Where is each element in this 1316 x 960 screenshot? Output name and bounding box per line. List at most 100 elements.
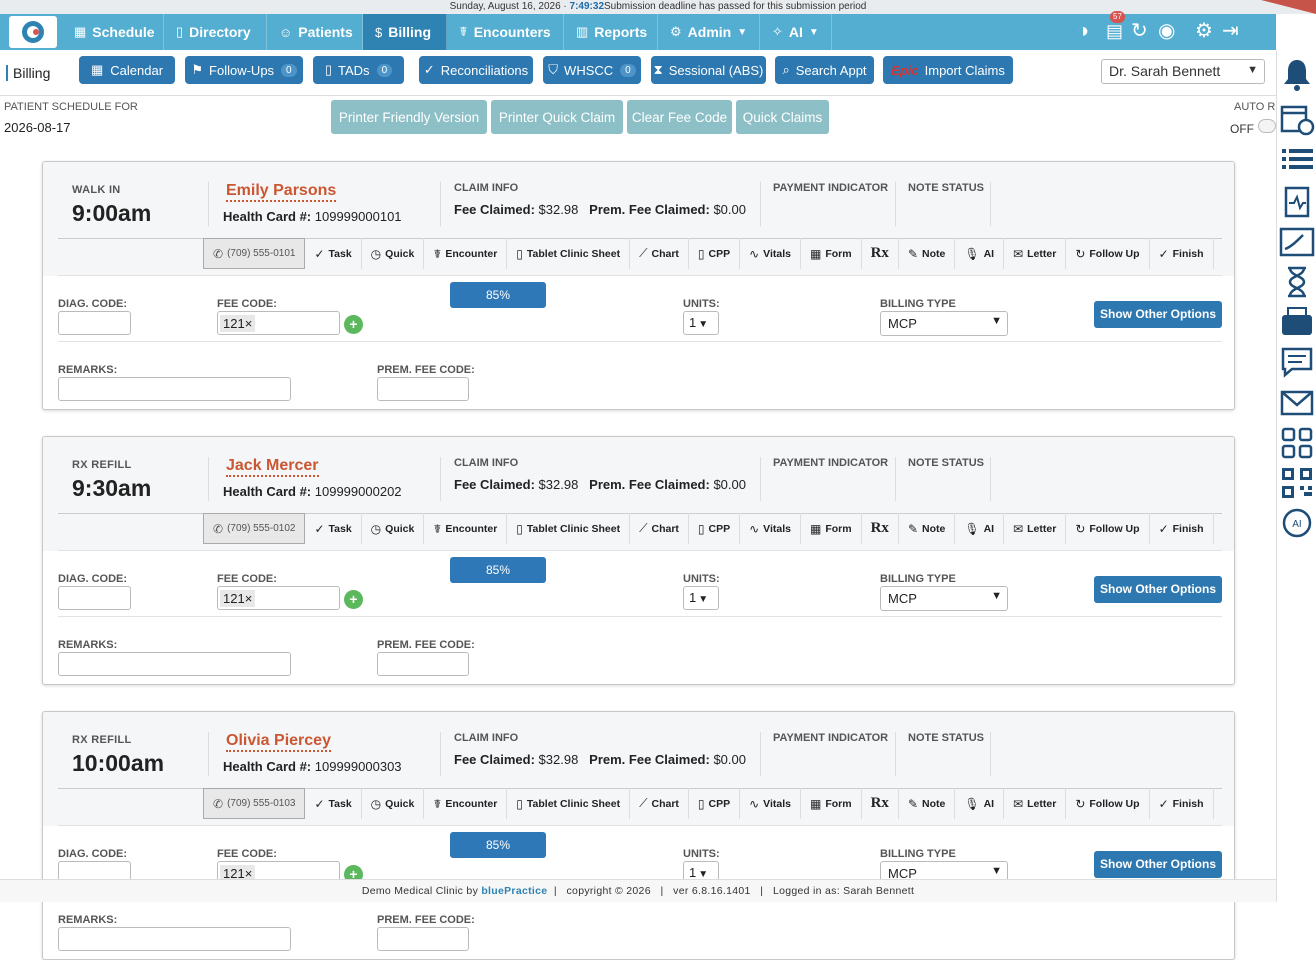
- tool-quick-button[interactable]: ◷ Quick: [362, 238, 425, 269]
- tool-tablet-clinic-sheet-button[interactable]: ▯ Tablet Clinic Sheet: [507, 513, 631, 544]
- tool-note-button[interactable]: ✎ Note: [899, 788, 956, 819]
- brand-link[interactable]: bluePractice: [481, 885, 547, 897]
- show-other-options-button[interactable]: Show Other Options: [1094, 576, 1222, 603]
- remarks-input[interactable]: [58, 927, 291, 951]
- nav-reports[interactable]: ▥ Reports: [564, 14, 658, 50]
- reconciliations-button[interactable]: ✓ Reconciliations: [419, 56, 533, 84]
- tool-letter-button[interactable]: ✉ Letter: [1004, 238, 1067, 269]
- tool-follow-up-button[interactable]: ↻ Follow Up: [1066, 513, 1150, 544]
- tool-encounter-button[interactable]: ☤ Encounter: [424, 513, 508, 544]
- tool-cpp-button[interactable]: ▯ CPP: [689, 513, 741, 544]
- tool-vitals-button[interactable]: ∿ Vitals: [740, 788, 801, 819]
- doctor-select[interactable]: Dr. Sarah Bennett ▼: [1101, 59, 1265, 84]
- list-icon[interactable]: [1278, 140, 1316, 178]
- tool-note-button[interactable]: ✎ Note: [899, 238, 956, 269]
- tool-task-button[interactable]: ✓ Task: [305, 513, 362, 544]
- tool-follow-up-button[interactable]: ↻ Follow Up: [1066, 238, 1150, 269]
- tool-form-button[interactable]: ▦ Form: [801, 788, 862, 819]
- printer-friendly-button[interactable]: Printer Friendly Version: [331, 100, 487, 134]
- tool-vitals-button[interactable]: ∿ Vitals: [740, 238, 801, 269]
- patient-name-link[interactable]: Olivia Piercey: [226, 732, 331, 752]
- tool-finish-button[interactable]: ✓ Finish: [1150, 238, 1214, 269]
- phone-button[interactable]: ✆ (709) 555-0102: [203, 513, 306, 544]
- tool-chart-button[interactable]: ⟋ Chart: [630, 238, 689, 269]
- fax-icon[interactable]: [1278, 303, 1316, 341]
- tool-note-button[interactable]: ✎ Note: [899, 513, 956, 544]
- patient-name-link[interactable]: Emily Parsons: [226, 182, 337, 202]
- nav-admin[interactable]: ⚙ Admin ▼: [658, 14, 760, 50]
- chat-icon[interactable]: [1278, 343, 1316, 381]
- calendar-button[interactable]: ▦ Calendar: [79, 56, 175, 84]
- remarks-input[interactable]: [58, 652, 291, 676]
- sessional-button[interactable]: ⧗ Sessional (ABS): [651, 56, 766, 84]
- add-fee-code-button[interactable]: +: [344, 590, 363, 609]
- tool-chart-button[interactable]: ⟋ Chart: [630, 788, 689, 819]
- fee-code-tag[interactable]: 121×: [220, 315, 256, 332]
- tool-tablet-clinic-sheet-button[interactable]: ▯ Tablet Clinic Sheet: [507, 788, 631, 819]
- fee-code-input[interactable]: 121×: [217, 311, 340, 335]
- whscc-button[interactable]: ⛉ WHSCC 0: [543, 56, 641, 84]
- tool-quick-button[interactable]: ◷ Quick: [362, 788, 425, 819]
- show-other-options-button[interactable]: Show Other Options: [1094, 301, 1222, 328]
- tool-ai-button[interactable]: 🎙 AI: [955, 788, 1005, 819]
- tool-rx-button[interactable]: Rx: [862, 238, 899, 269]
- nav-ai[interactable]: ✧ AI ▼: [760, 14, 832, 50]
- user-circle-icon[interactable]: ◑: [1077, 18, 1089, 44]
- clipboard-pulse-icon[interactable]: [1278, 182, 1316, 220]
- import-claims-button[interactable]: Epic Import Claims: [883, 56, 1013, 84]
- remarks-input[interactable]: [58, 377, 291, 401]
- printer-quick-claim-button[interactable]: Printer Quick Claim: [491, 100, 623, 134]
- tool-encounter-button[interactable]: ☤ Encounter: [424, 238, 508, 269]
- billing-type-select[interactable]: MCP ▼: [880, 311, 1008, 336]
- units-select[interactable]: 1 ▼: [683, 311, 719, 335]
- prem-fee-code-input[interactable]: [377, 377, 469, 401]
- tool-finish-button[interactable]: ✓ Finish: [1150, 788, 1214, 819]
- tool-encounter-button[interactable]: ☤ Encounter: [424, 788, 508, 819]
- prem-fee-code-input[interactable]: [377, 927, 469, 951]
- tool-follow-up-button[interactable]: ↻ Follow Up: [1066, 788, 1150, 819]
- follow-ups-button[interactable]: ⚑ Follow-Ups 0: [185, 56, 303, 84]
- clear-fee-code-button[interactable]: Clear Fee Code: [627, 100, 732, 134]
- tool-task-button[interactable]: ✓ Task: [305, 238, 362, 269]
- tool-cpp-button[interactable]: ▯ CPP: [689, 238, 741, 269]
- tool-tablet-clinic-sheet-button[interactable]: ▯ Tablet Clinic Sheet: [507, 238, 631, 269]
- grid-icon[interactable]: [1278, 424, 1316, 462]
- tool-form-button[interactable]: ▦ Form: [801, 238, 862, 269]
- tool-rx-button[interactable]: Rx: [862, 788, 899, 819]
- units-select[interactable]: 1 ▼: [683, 586, 719, 610]
- qr-code-icon[interactable]: [1278, 464, 1316, 502]
- tool-task-button[interactable]: ✓ Task: [305, 788, 362, 819]
- diag-code-input[interactable]: [58, 311, 131, 335]
- signature-icon[interactable]: [1278, 223, 1316, 261]
- nav-schedule[interactable]: ▦ Schedule: [62, 14, 164, 50]
- tool-letter-button[interactable]: ✉ Letter: [1004, 513, 1067, 544]
- tool-rx-button[interactable]: Rx: [862, 513, 899, 544]
- tool-chart-button[interactable]: ⟋ Chart: [630, 513, 689, 544]
- ai-badge-icon[interactable]: AI: [1278, 504, 1316, 542]
- show-other-options-button[interactable]: Show Other Options: [1094, 851, 1222, 878]
- tool-quick-button[interactable]: ◷ Quick: [362, 513, 425, 544]
- nav-encounters[interactable]: ☤ Encounters: [447, 14, 564, 50]
- patient-name-link[interactable]: Jack Mercer: [226, 457, 319, 477]
- fee-code-tag[interactable]: 121×: [220, 590, 256, 607]
- search-appt-button[interactable]: ⌕ Search Appt: [775, 56, 874, 84]
- refresh-icon[interactable]: ↻: [1131, 18, 1148, 44]
- schedule-date[interactable]: 2026-08-17: [4, 120, 71, 135]
- nav-billing[interactable]: $ Billing: [363, 14, 447, 50]
- phone-button[interactable]: ✆ (709) 555-0101: [203, 238, 306, 269]
- mail-icon[interactable]: [1278, 384, 1316, 422]
- hourglass-icon[interactable]: [1278, 263, 1316, 301]
- nav-patients[interactable]: ☺ Patients: [267, 14, 363, 50]
- eye-icon[interactable]: ◉: [1158, 18, 1175, 44]
- phone-button[interactable]: ✆ (709) 555-0103: [203, 788, 306, 819]
- tool-ai-button[interactable]: 🎙 AI: [955, 513, 1005, 544]
- nav-directory[interactable]: ▯ Directory: [164, 14, 267, 50]
- settings-icon[interactable]: ⚙: [1195, 18, 1213, 44]
- quick-claims-button[interactable]: Quick Claims: [736, 100, 829, 134]
- fee-code-input[interactable]: 121×: [217, 586, 340, 610]
- tool-finish-button[interactable]: ✓ Finish: [1150, 513, 1214, 544]
- add-fee-code-button[interactable]: +: [344, 315, 363, 334]
- logout-icon[interactable]: ⇥: [1222, 18, 1239, 44]
- billing-type-select[interactable]: MCP ▼: [880, 586, 1008, 611]
- tool-letter-button[interactable]: ✉ Letter: [1004, 788, 1067, 819]
